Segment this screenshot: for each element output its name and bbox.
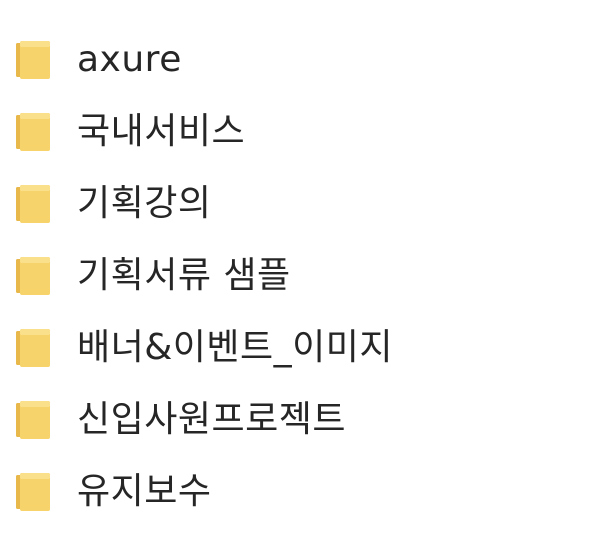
folder-label: 유지보수 [77, 471, 212, 512]
folder-list: axure 국내서비스 기획강의 기획서류 샘플 배너&이벤트_이미지 신입사원… [0, 24, 613, 528]
folder-label: 신입사원프로젝트 [77, 399, 346, 440]
folder-item-banner-event-image[interactable]: 배너&이벤트_이미지 [0, 312, 613, 384]
folder-item-axure[interactable]: axure [0, 24, 613, 96]
folder-item-domestic-service[interactable]: 국내서비스 [0, 96, 613, 168]
folder-icon [14, 399, 52, 441]
folder-item-planning-lecture[interactable]: 기획강의 [0, 168, 613, 240]
folder-item-planning-docs-sample[interactable]: 기획서류 샘플 [0, 240, 613, 312]
folder-icon [14, 111, 52, 153]
folder-icon [14, 327, 52, 369]
folder-label: 기획강의 [77, 183, 212, 224]
folder-icon [14, 471, 52, 513]
folder-icon [14, 183, 52, 225]
folder-label: 국내서비스 [77, 111, 246, 152]
folder-icon [14, 255, 52, 297]
folder-label: 배너&이벤트_이미지 [77, 327, 394, 368]
folder-item-new-employee-project[interactable]: 신입사원프로젝트 [0, 384, 613, 456]
folder-label: axure [77, 39, 182, 80]
folder-icon [14, 39, 52, 81]
folder-item-maintenance[interactable]: 유지보수 [0, 456, 613, 528]
folder-label: 기획서류 샘플 [77, 255, 291, 296]
